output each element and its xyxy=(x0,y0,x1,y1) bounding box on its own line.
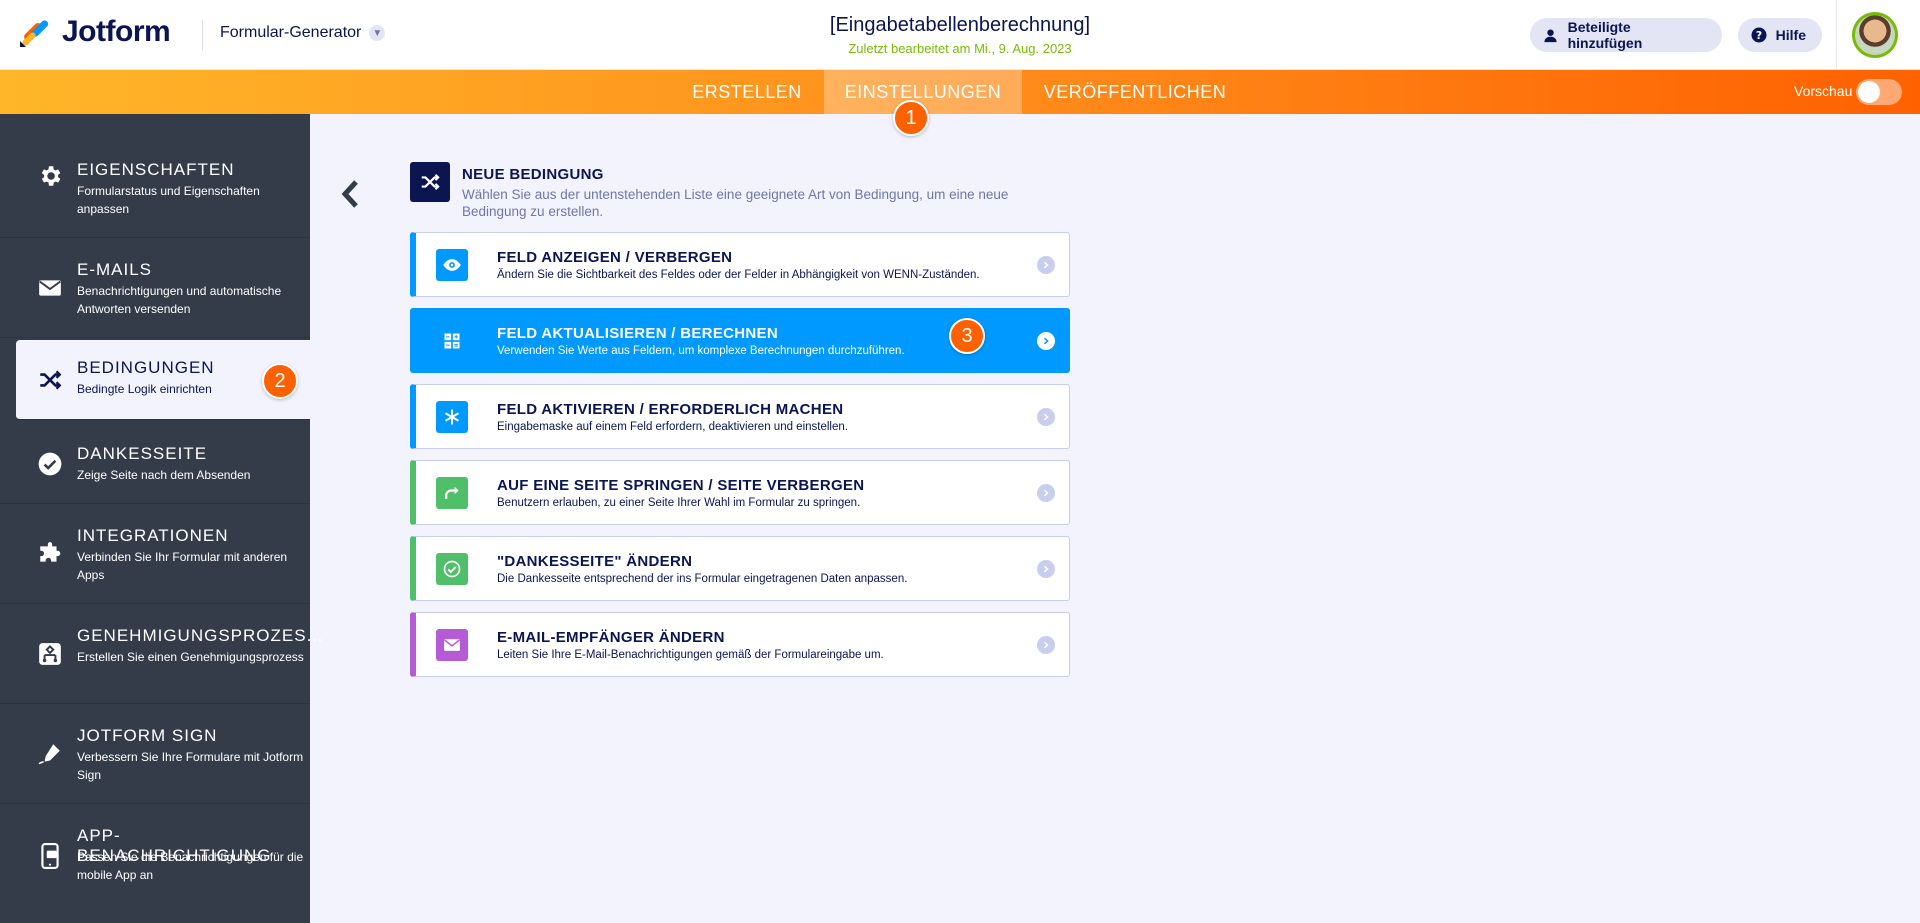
preview-label: Vorschau xyxy=(1794,83,1853,99)
sidebar-item-title: GENEHMIGUNGSPROZES... xyxy=(77,626,324,645)
add-collaborators-label: Beteiligte hinzufügen xyxy=(1567,19,1643,51)
chevron-right-icon xyxy=(1037,256,1055,274)
condition-desc: Verwenden Sie Werte aus Feldern, um komp… xyxy=(497,345,905,357)
sidebar-item-title: DANKESSEITE xyxy=(77,444,208,463)
form-title[interactable]: [Eingabetabellenberechnung] xyxy=(760,14,1160,37)
eye-icon xyxy=(436,249,468,281)
toggle-knob xyxy=(1858,81,1880,103)
tab-create[interactable]: ERSTELLEN xyxy=(688,70,806,114)
sidebar-item-desc: Benachrichtigungen und automatische Antw… xyxy=(77,284,282,316)
main-nav-bar: ERSTELLEN EINSTELLUNGEN VERÖFFENTLICHEN xyxy=(0,70,1920,114)
sidebar-item-desc: Verbinden Sie Ihr Formular mit anderen A… xyxy=(77,550,288,582)
avatar-image xyxy=(1855,15,1895,55)
puzzle-icon xyxy=(36,540,64,568)
sidebar-item-desc: Verbessern Sie Ihre Formulare mit Jotfor… xyxy=(77,750,304,782)
chevron-right-icon xyxy=(1037,408,1055,426)
condition-title: AUF EINE SEITE SPRINGEN / SEITE VERBERGE… xyxy=(497,477,865,494)
svg-text:?: ? xyxy=(1756,29,1762,42)
sidebar-item-thank-you-page[interactable]: DANKESSEITE Zeige Seite nach dem Absende… xyxy=(0,422,310,504)
redirect-arrow-icon xyxy=(436,477,468,509)
settings-sidebar: EIGENSCHAFTEN Formularstatus und Eigensc… xyxy=(0,114,323,923)
gear-icon xyxy=(36,162,64,190)
condition-title: E-MAIL-EMPFÄNGER ÄNDERN xyxy=(497,629,725,646)
new-condition-desc: Wählen Sie aus der untenstehenden Liste … xyxy=(462,187,1009,219)
sidebar-item-title: BEDINGUNGEN xyxy=(77,358,215,377)
header-divider xyxy=(202,20,203,50)
tab-publish[interactable]: VERÖFFENTLICHEN xyxy=(1032,70,1238,114)
step-badge-3: 3 xyxy=(949,318,985,354)
back-button[interactable] xyxy=(336,176,364,212)
calculator-icon xyxy=(436,325,468,357)
sidebar-item-title: E-MAILS xyxy=(77,260,153,279)
sidebar-item-desc: Formularstatus und Eigenschaften anpasse… xyxy=(77,184,260,216)
shuffle-icon xyxy=(410,162,450,202)
logo-text: Jotform xyxy=(62,15,171,48)
pen-icon xyxy=(36,740,64,768)
envelope-icon xyxy=(436,629,468,661)
sidebar-item-title: INTEGRATIONEN xyxy=(77,526,229,545)
sidebar-item-integrations[interactable]: INTEGRATIONEN Verbinden Sie Ihr Formular… xyxy=(0,504,310,604)
sidebar-item-emails[interactable]: E-MAILS Benachrichtigungen und automatis… xyxy=(0,238,310,338)
help-label: Hilfe xyxy=(1775,27,1806,43)
condition-show-hide-field[interactable]: FELD ANZEIGEN / VERBERGEN Ändern Sie die… xyxy=(410,232,1070,297)
preview-toggle[interactable] xyxy=(1856,79,1902,105)
chevron-right-icon xyxy=(1037,484,1055,502)
help-button[interactable]: ? Hilfe xyxy=(1738,18,1822,52)
header-divider-right xyxy=(1836,0,1837,70)
condition-change-thank-you-page[interactable]: "DANKESSEITE" ÄNDERN Die Dankesseite ent… xyxy=(410,536,1070,601)
check-circle-icon xyxy=(36,450,64,478)
sidebar-item-app-notifications[interactable]: APP-BENACHRICHTIGUNG Passen Sie die Bena… xyxy=(0,804,310,904)
sidebar-item-desc: Erstellen Sie einen Genehmigungsprozess xyxy=(77,650,304,664)
sidebar-item-properties[interactable]: EIGENSCHAFTEN Formularstatus und Eigensc… xyxy=(0,114,310,238)
sidebar-item-title: EIGENSCHAFTEN xyxy=(77,160,235,179)
shuffle-icon xyxy=(36,366,64,394)
question-icon: ? xyxy=(1750,26,1768,44)
condition-enable-require-field[interactable]: FELD AKTIVIEREN / ERFORDERLICH MACHEN Ei… xyxy=(410,384,1070,449)
sidebar-item-approval-process[interactable]: GENEHMIGUNGSPROZES... Erstellen Sie eine… xyxy=(0,604,323,704)
sidebar-item-desc: Passen Sie die Benachrichtigungen für di… xyxy=(77,850,304,882)
condition-title: FELD AKTIVIEREN / ERFORDERLICH MACHEN xyxy=(497,401,844,418)
builder-dropdown[interactable]: Formular-Generator ▼ xyxy=(220,24,386,42)
condition-skip-hide-page[interactable]: AUF EINE SEITE SPRINGEN / SEITE VERBERGE… xyxy=(410,460,1070,525)
jotform-logo-icon xyxy=(20,20,49,47)
condition-desc: Die Dankesseite entsprechend der ins For… xyxy=(497,573,908,585)
asterisk-icon xyxy=(436,401,468,433)
step-badge-1: 1 xyxy=(893,100,929,136)
avatar[interactable] xyxy=(1852,12,1898,58)
condition-title: FELD ANZEIGEN / VERBERGEN xyxy=(497,249,733,266)
chevron-right-icon xyxy=(1037,332,1055,350)
builder-label: Formular-Generator xyxy=(220,24,362,41)
user-icon xyxy=(1542,26,1560,44)
condition-change-email-recipient[interactable]: E-MAIL-EMPFÄNGER ÄNDERN Leiten Sie Ihre … xyxy=(410,612,1070,677)
flow-icon xyxy=(36,640,64,668)
last-edited-text: Zuletzt bearbeitet am Mi., 9. Aug. 2023 xyxy=(848,41,1072,56)
condition-desc: Benutzern erlauben, zu einer Seite Ihrer… xyxy=(497,497,861,509)
sidebar-item-jotform-sign[interactable]: JOTFORM SIGN Verbessern Sie Ihre Formula… xyxy=(0,704,310,804)
chevron-right-icon xyxy=(1037,560,1055,578)
condition-desc: Leiten Sie Ihre E-Mail-Benachrichtigunge… xyxy=(497,649,884,661)
step-badge-2: 2 xyxy=(262,363,298,399)
new-condition-title: NEUE BEDINGUNG xyxy=(462,166,604,183)
add-collaborators-button[interactable]: Beteiligte hinzufügen xyxy=(1530,18,1722,52)
condition-title: FELD AKTUALISIEREN / BERECHNEN xyxy=(497,325,778,342)
top-header: Jotform Formular-Generator ▼ [Eingabetab… xyxy=(0,0,1920,70)
condition-desc: Ändern Sie die Sichtbarkeit des Feldes o… xyxy=(497,269,980,281)
chevron-down-icon: ▼ xyxy=(369,25,386,41)
check-icon xyxy=(436,553,468,585)
jotform-logo[interactable]: Jotform xyxy=(18,15,171,49)
condition-title: "DANKESSEITE" ÄNDERN xyxy=(497,553,693,570)
sidebar-item-desc: Zeige Seite nach dem Absenden xyxy=(77,468,251,482)
mobile-icon xyxy=(36,842,64,870)
condition-desc: Eingabemaske auf einem Feld erfordern, d… xyxy=(497,421,848,433)
sidebar-item-title: JOTFORM SIGN xyxy=(77,726,218,745)
envelope-icon xyxy=(36,274,64,302)
chevron-left-icon xyxy=(341,180,358,208)
chevron-right-icon xyxy=(1037,636,1055,654)
